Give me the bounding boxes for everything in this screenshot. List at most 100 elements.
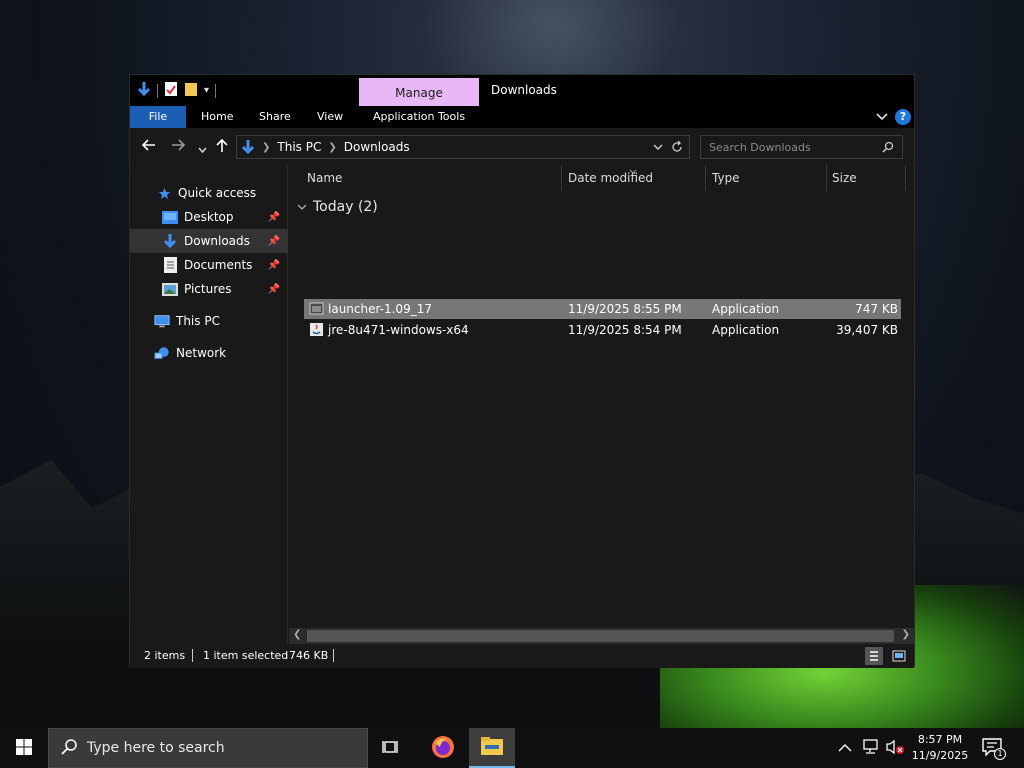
file-name: launcher-1.09_17: [328, 302, 432, 316]
breadcrumb-downloads[interactable]: Downloads: [344, 140, 410, 154]
show-hidden-icons-button[interactable]: [838, 728, 852, 768]
new-folder-icon[interactable]: [184, 81, 198, 100]
application-icon: [309, 301, 324, 316]
tab-view[interactable]: View: [307, 106, 353, 128]
group-label: Today (2): [313, 199, 378, 215]
toolbar-separator: [215, 83, 217, 98]
desktop-folder-icon: [162, 209, 178, 225]
action-center-button[interactable]: 1: [982, 728, 1006, 768]
details-view-icon[interactable]: [865, 647, 883, 665]
task-view-button[interactable]: [368, 728, 414, 768]
star-icon: [156, 185, 172, 201]
column-divider[interactable]: [826, 165, 827, 191]
firefox-icon: [431, 735, 455, 762]
nav-item-desktop[interactable]: Desktop 📌: [130, 205, 288, 229]
pin-icon[interactable]: 📌: [268, 260, 280, 271]
clock-time: 8:57 PM: [917, 733, 963, 746]
file-explorer-taskbar-button[interactable]: [469, 728, 515, 768]
column-header-type[interactable]: Type: [712, 165, 740, 191]
folder-icon: [481, 736, 503, 758]
customize-toolbar-icon[interactable]: ▾: [204, 85, 209, 96]
nav-item-quick-access[interactable]: Quick access: [130, 181, 288, 205]
large-icons-view-icon[interactable]: [890, 647, 908, 665]
ribbon-tabs: File Home Share View Application Tools ?: [130, 106, 914, 128]
breadcrumb-this-pc[interactable]: This PC: [277, 140, 321, 154]
taskbar: 8:57 PM 11/9/2025 1: [0, 728, 1024, 768]
back-icon[interactable]: [141, 139, 156, 155]
help-icon[interactable]: ?: [895, 109, 911, 125]
start-button[interactable]: [0, 728, 48, 768]
scroll-right-icon[interactable]: ❯: [902, 629, 910, 640]
notification-icon: 1: [982, 738, 1006, 760]
documents-folder-icon: [162, 257, 178, 273]
status-separator: [333, 649, 334, 662]
nav-item-network[interactable]: Network: [130, 341, 288, 365]
column-header-name[interactable]: Name: [307, 165, 342, 191]
firefox-taskbar-button[interactable]: [420, 728, 466, 768]
file-size: 39,407 KB: [836, 323, 898, 337]
up-icon[interactable]: [216, 138, 228, 157]
expand-ribbon-icon[interactable]: [876, 110, 888, 124]
file-type: Application: [712, 302, 780, 316]
forward-icon[interactable]: [171, 139, 186, 155]
taskbar-search-input[interactable]: [87, 740, 357, 756]
search-icon[interactable]: [882, 141, 894, 153]
download-arrow-icon: [137, 81, 151, 100]
address-bar[interactable]: ❯ This PC ❯ Downloads: [236, 135, 690, 159]
title-bar: ▾ Manage Downloads: [130, 75, 914, 106]
status-item-count: 2 items: [144, 649, 186, 662]
tab-home[interactable]: Home: [191, 106, 243, 128]
horizontal-scrollbar[interactable]: ❮ ❯: [289, 628, 914, 644]
column-divider[interactable]: [705, 165, 706, 191]
network-icon: [154, 345, 170, 361]
nav-item-label: Network: [176, 346, 227, 360]
status-selected-count: 1 item selected: [203, 649, 289, 662]
clock-date: 11/9/2025: [911, 749, 969, 762]
group-header-today[interactable]: Today (2): [297, 199, 378, 215]
windows-logo-icon: [16, 738, 32, 758]
address-row: ❯ This PC ❯ Downloads: [130, 128, 914, 165]
refresh-icon[interactable]: [671, 141, 683, 153]
properties-icon[interactable]: [164, 81, 178, 100]
address-dropdown-icon[interactable]: [653, 144, 663, 150]
nav-item-label: Documents: [184, 258, 253, 272]
column-divider[interactable]: [905, 165, 906, 191]
file-row[interactable]: launcher-1.09_17 11/9/2025 8:55 PM Appli…: [304, 299, 901, 319]
file-date: 11/9/2025 8:55 PM: [568, 302, 682, 316]
nav-item-documents[interactable]: Documents 📌: [130, 253, 288, 277]
computer-icon: [154, 313, 170, 329]
taskbar-search-box[interactable]: [48, 728, 368, 768]
toolbar-separator: [157, 83, 158, 98]
status-selected-size: 746 KB: [289, 649, 329, 662]
nav-item-label: Quick access: [178, 186, 257, 200]
clock[interactable]: 8:57 PM 11/9/2025: [900, 732, 980, 764]
search-input[interactable]: [709, 140, 874, 154]
window-title: Downloads: [491, 83, 557, 97]
tab-file[interactable]: File: [130, 106, 186, 128]
tab-application-tools[interactable]: Application Tools: [363, 106, 475, 128]
recent-locations-icon[interactable]: [198, 141, 207, 157]
downloads-folder-icon: [162, 233, 178, 249]
scrollbar-thumb[interactable]: [307, 630, 894, 642]
breadcrumb-chevron-icon: ❯: [262, 141, 271, 153]
nav-item-this-pc[interactable]: This PC: [130, 309, 288, 333]
pin-icon[interactable]: 📌: [268, 236, 280, 247]
pin-icon[interactable]: 📌: [268, 284, 280, 295]
collapse-group-icon[interactable]: [297, 204, 307, 210]
nav-item-downloads[interactable]: Downloads 📌: [130, 229, 288, 253]
search-icon: [61, 738, 77, 758]
tab-share[interactable]: Share: [249, 106, 301, 128]
column-header-size[interactable]: Size: [832, 165, 857, 191]
search-box[interactable]: [700, 135, 903, 159]
nav-item-pictures[interactable]: Pictures 📌: [130, 277, 288, 301]
column-header-date-modified[interactable]: Date modified: [568, 165, 653, 191]
nav-item-label: This PC: [176, 314, 220, 328]
pin-icon[interactable]: 📌: [268, 212, 280, 223]
scroll-left-icon[interactable]: ❮: [293, 629, 301, 640]
column-divider[interactable]: [561, 165, 562, 191]
file-row[interactable]: jre-8u471-windows-x64 11/9/2025 8:54 PM …: [304, 320, 901, 340]
file-date: 11/9/2025 8:54 PM: [568, 323, 682, 337]
network-status-button[interactable]: [862, 728, 880, 768]
manage-tab[interactable]: Manage: [359, 78, 479, 106]
file-type: Application: [712, 323, 780, 337]
